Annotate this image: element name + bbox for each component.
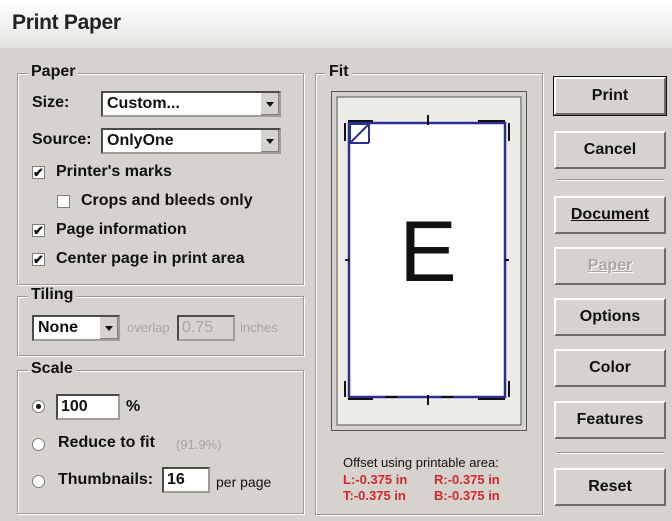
paper-group: Paper Size: Custom... Source: OnlyOne ✔ … [17, 63, 304, 285]
offset-top: T:-0.375 in [343, 488, 406, 503]
dialog-title: Print Paper [12, 11, 121, 34]
size-label: Size: [32, 94, 70, 111]
printers-marks-label[interactable]: Printer's marks [56, 163, 172, 181]
chevron-down-icon[interactable] [260, 93, 279, 115]
color-button[interactable]: Color [554, 349, 666, 387]
fit-group: Fit E Offset using printable area: L:-0.… [315, 63, 543, 515]
percent-unit-label: % [126, 398, 141, 415]
source-select-value: OnlyOne [107, 132, 174, 149]
paper-button[interactable]: Paper [554, 247, 666, 285]
scale-percent-input[interactable]: 100 [56, 394, 120, 420]
options-button[interactable]: Options [554, 298, 666, 336]
offset-bottom: B:-0.375 in [434, 488, 500, 503]
crops-bleeds-checkbox[interactable] [57, 195, 70, 208]
reduce-to-fit-radio[interactable] [32, 438, 45, 451]
tiling-group: Tiling None overlap 0.75 inches [17, 286, 304, 356]
tiling-legend: Tiling [28, 286, 77, 304]
offset-left: L:-0.375 in [343, 472, 408, 487]
overlap-input[interactable]: 0.75 [177, 315, 235, 341]
fit-legend: Fit [326, 63, 352, 81]
features-button[interactable]: Features [554, 401, 666, 439]
scale-legend: Scale [28, 360, 76, 378]
page-preview: E [331, 91, 527, 431]
button-separator [556, 452, 664, 454]
reduce-percent-label: (91.9%) [176, 437, 222, 452]
preview-letter: E [399, 204, 456, 300]
size-select[interactable]: Custom... [101, 91, 281, 117]
reduce-to-fit-label[interactable]: Reduce to fit [58, 434, 155, 452]
overlap-units-label: inches [240, 320, 278, 335]
reset-button[interactable]: Reset [554, 468, 666, 506]
scale-group: Scale 100 % Reduce to fit (91.9%) Thumbn… [17, 360, 304, 514]
cancel-button[interactable]: Cancel [554, 131, 666, 169]
dialog-body: Paper Size: Custom... Source: OnlyOne ✔ … [0, 48, 672, 521]
size-select-value: Custom... [107, 95, 180, 112]
chevron-down-icon[interactable] [99, 317, 118, 339]
center-page-label[interactable]: Center page in print area [56, 250, 245, 268]
offset-title: Offset using printable area: [343, 455, 499, 470]
page-information-checkbox[interactable]: ✔ [32, 224, 45, 237]
paper-legend: Paper [28, 63, 79, 81]
tiling-select[interactable]: None [32, 315, 120, 341]
source-label: Source: [32, 131, 92, 148]
thumbnails-radio[interactable] [32, 475, 45, 488]
crops-bleeds-label[interactable]: Crops and bleeds only [81, 192, 253, 210]
page-information-label[interactable]: Page information [56, 221, 187, 239]
center-page-checkbox[interactable]: ✔ [32, 253, 45, 266]
chevron-down-icon[interactable] [260, 130, 279, 152]
per-page-label: per page [216, 474, 272, 490]
print-button[interactable]: Print [553, 76, 667, 116]
button-separator [556, 179, 664, 181]
source-select[interactable]: OnlyOne [101, 128, 281, 154]
print-paper-dialog: Print Paper Paper Size: Custom... Source… [0, 0, 672, 521]
tiling-select-value: None [38, 319, 78, 336]
offset-right: R:-0.375 in [434, 472, 500, 487]
printers-marks-checkbox[interactable]: ✔ [32, 166, 45, 179]
thumbnails-input[interactable]: 16 [162, 467, 210, 493]
title-bar[interactable]: Print Paper [0, 0, 672, 49]
thumbnails-label[interactable]: Thumbnails: [58, 471, 153, 489]
scale-percent-radio[interactable] [32, 400, 45, 413]
document-button[interactable]: Document [554, 196, 666, 234]
overlap-label: overlap [127, 320, 170, 335]
